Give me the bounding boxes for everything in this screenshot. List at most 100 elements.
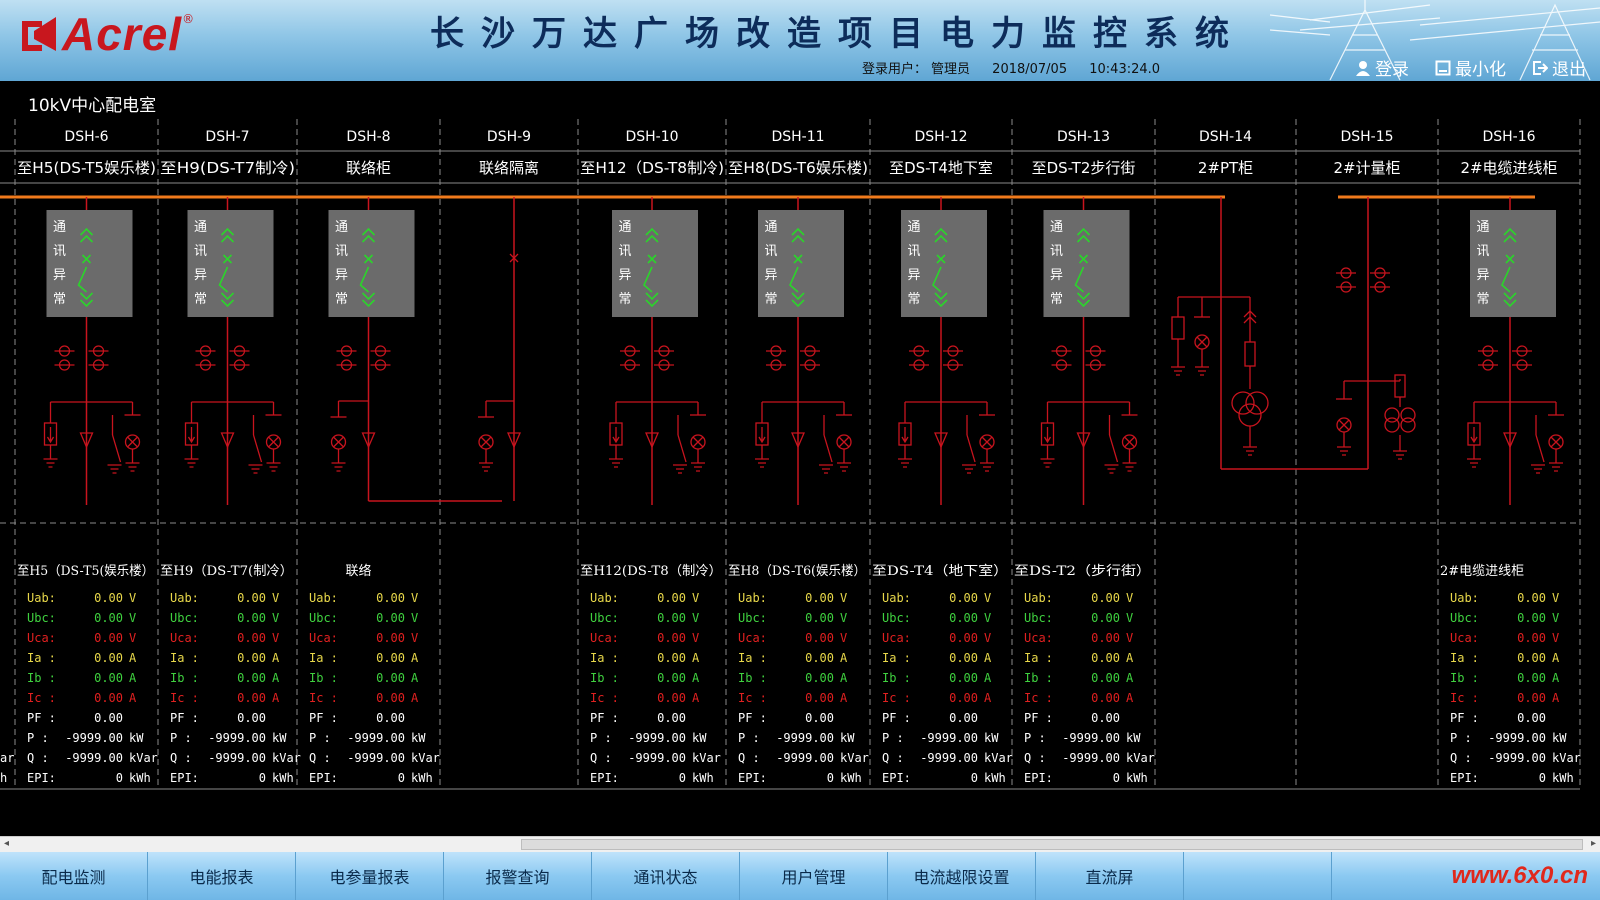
meter-unit: kW bbox=[411, 731, 426, 745]
ground-icon bbox=[1104, 464, 1119, 474]
meter-label: Ib : bbox=[738, 671, 767, 685]
meter-label: PF : bbox=[590, 711, 619, 725]
meter-value: 0.00 bbox=[949, 671, 978, 685]
meter-label: Q : bbox=[1024, 751, 1046, 765]
ground-icon bbox=[107, 464, 122, 474]
meter-label: EPI: bbox=[27, 771, 56, 785]
cabinet-name: 至H8(DS-T6娱乐楼) bbox=[728, 159, 868, 177]
meter-value: 0.00 bbox=[1091, 611, 1120, 625]
nav-user-management[interactable]: 用户管理 bbox=[740, 852, 888, 900]
meter-label: Ubc: bbox=[590, 611, 619, 625]
meter-label: Uab: bbox=[738, 591, 767, 605]
cabinet-name: 联络隔离 bbox=[479, 159, 539, 177]
ground-icon bbox=[125, 462, 140, 472]
meter-unit: A bbox=[272, 691, 280, 705]
nav-empty-1[interactable] bbox=[1184, 852, 1332, 900]
comm-error-panel: 通讯异常 bbox=[1043, 210, 1130, 317]
meter-label: P : bbox=[1024, 731, 1046, 745]
meter-unit: V bbox=[692, 631, 699, 645]
exit-button-label: 退出 bbox=[1552, 60, 1586, 80]
comm-error-char: 讯 bbox=[907, 244, 920, 259]
scroll-left-arrow-icon[interactable]: ◂ bbox=[4, 838, 9, 849]
comm-error-char: 通 bbox=[907, 220, 920, 235]
meter-value: 0.00 bbox=[805, 611, 834, 625]
meter-label: Ib : bbox=[1450, 671, 1479, 685]
comm-error-panel: 通讯异常 bbox=[187, 210, 274, 317]
meter-value: 0.00 bbox=[805, 591, 834, 605]
meter-label: Ib : bbox=[170, 671, 199, 685]
meter-value: -9999.00 bbox=[1488, 731, 1546, 745]
meter-label: Q : bbox=[1450, 751, 1472, 765]
meter-label: Uab: bbox=[1024, 591, 1053, 605]
cabinet-id: DSH-7 bbox=[205, 129, 249, 145]
meter-value: 0.00 bbox=[1517, 611, 1546, 625]
meter-value: -9999.00 bbox=[776, 751, 834, 765]
nav-alarm-query[interactable]: 报警查询 bbox=[444, 852, 592, 900]
meter-label: Ia : bbox=[738, 651, 767, 665]
meter-label: Ia : bbox=[27, 651, 56, 665]
meter-unit: V bbox=[411, 591, 418, 605]
meter-value: 0.00 bbox=[1517, 691, 1546, 705]
ground-icon bbox=[1195, 366, 1209, 376]
current-user: 管理员 bbox=[931, 62, 971, 77]
minimize-button-label: 最小化 bbox=[1455, 60, 1506, 80]
nav-comm-status[interactable]: 通讯状态 bbox=[592, 852, 740, 900]
cabinet-name: 联络柜 bbox=[346, 159, 391, 177]
meter-panel: 至H9（DS-T7(制冷） Uab: 0.00 V Ubc: 0.00 V Uca: 0.00 V… bbox=[160, 564, 301, 785]
single-line-diagram: DSH-6 至H5(DS-T5娱乐楼) 通讯异常至H5（DS-T5(娱乐楼） Uab:… bbox=[0, 119, 1581, 790]
cabinet-name: 2#计量柜 bbox=[1333, 159, 1400, 177]
meter-value: -9999.00 bbox=[628, 731, 686, 745]
comm-error-panel: 通讯异常 bbox=[901, 210, 987, 317]
current-transformer-icon bbox=[620, 345, 674, 371]
nav-overcurrent-settings[interactable]: 电流越限设置 bbox=[888, 852, 1036, 900]
meter-value: 0.00 bbox=[376, 711, 405, 725]
cabinet-dsh-11: DSH-11 至H8(DS-T6娱乐楼) 通讯异常至H8（DS-T6(娱乐楼） Uab… bbox=[728, 129, 869, 785]
meter-label: P : bbox=[1450, 731, 1472, 745]
meter-label: Ib : bbox=[309, 671, 338, 685]
minimize-button[interactable]: 最小化 bbox=[1435, 55, 1506, 80]
current-date: 2018/07/05 bbox=[992, 62, 1068, 77]
meter-unit: V bbox=[411, 631, 418, 645]
meter-label: Ia : bbox=[309, 651, 338, 665]
comm-error-char: 讯 bbox=[53, 244, 66, 259]
meter-value: 0.00 bbox=[94, 611, 123, 625]
nav-dc-screen[interactable]: 直流屏 bbox=[1036, 852, 1184, 900]
room-bar: 10kV中心配电室 bbox=[0, 81, 1600, 117]
meter-panel: 至H12(DS-T8（制冷） Uab: 0.00 V Ubc: 0.00 V Uca: 0.00… bbox=[580, 564, 722, 785]
scroll-right-arrow-icon[interactable]: ▸ bbox=[1591, 838, 1596, 849]
cabinet-name: 至DS-T4地下室 bbox=[889, 159, 993, 177]
meter-unit: A bbox=[692, 691, 700, 705]
meter-unit: A bbox=[411, 691, 419, 705]
exit-button[interactable]: 退出 bbox=[1532, 55, 1586, 80]
comm-error-panel: 通讯异常 bbox=[1470, 210, 1556, 317]
scroll-thumb[interactable] bbox=[521, 839, 1583, 850]
meter-unit: kW bbox=[1552, 731, 1567, 745]
nav-energy-report[interactable]: 电能报表 bbox=[148, 852, 296, 900]
meter-label: PF : bbox=[1450, 711, 1479, 725]
comm-error-char: 通 bbox=[1476, 220, 1489, 235]
meter-value: 0.00 bbox=[94, 711, 123, 725]
comm-error-char: 异 bbox=[335, 268, 348, 283]
meter-label: Uca: bbox=[27, 631, 56, 645]
meter-value: 0.00 bbox=[1517, 671, 1546, 685]
ground-icon bbox=[1393, 450, 1407, 460]
meter-title: 2#电缆进线柜 bbox=[1440, 563, 1524, 579]
title-bar: Acrel ® 长沙万达广场改造项目电力监控系统 登录用户： 管理员 2018/0… bbox=[0, 0, 1600, 81]
meter-value: -9999.00 bbox=[1062, 731, 1120, 745]
meter-unit: A bbox=[1552, 671, 1560, 685]
meter-unit: V bbox=[272, 611, 279, 625]
nav-parameter-report[interactable]: 电参量报表 bbox=[296, 852, 444, 900]
meter-label: Uca: bbox=[1450, 631, 1479, 645]
login-button[interactable]: 登录 bbox=[1355, 55, 1409, 80]
current-transformer-icon bbox=[195, 345, 250, 371]
meter-value: 0.00 bbox=[376, 691, 405, 705]
nav-distribution-monitor[interactable]: 配电监测 bbox=[0, 852, 148, 900]
meter-label: Ic : bbox=[1450, 691, 1479, 705]
meter-unit: A bbox=[129, 691, 137, 705]
feeder-branch bbox=[1467, 401, 1564, 474]
horizontal-scrollbar[interactable]: ◂ ▸ bbox=[0, 836, 1600, 853]
meter-value: -9999.00 bbox=[65, 731, 123, 745]
comm-error-char: 讯 bbox=[1476, 244, 1489, 259]
meter-unit: kVar bbox=[692, 751, 721, 765]
meter-value: -9999.00 bbox=[628, 751, 686, 765]
